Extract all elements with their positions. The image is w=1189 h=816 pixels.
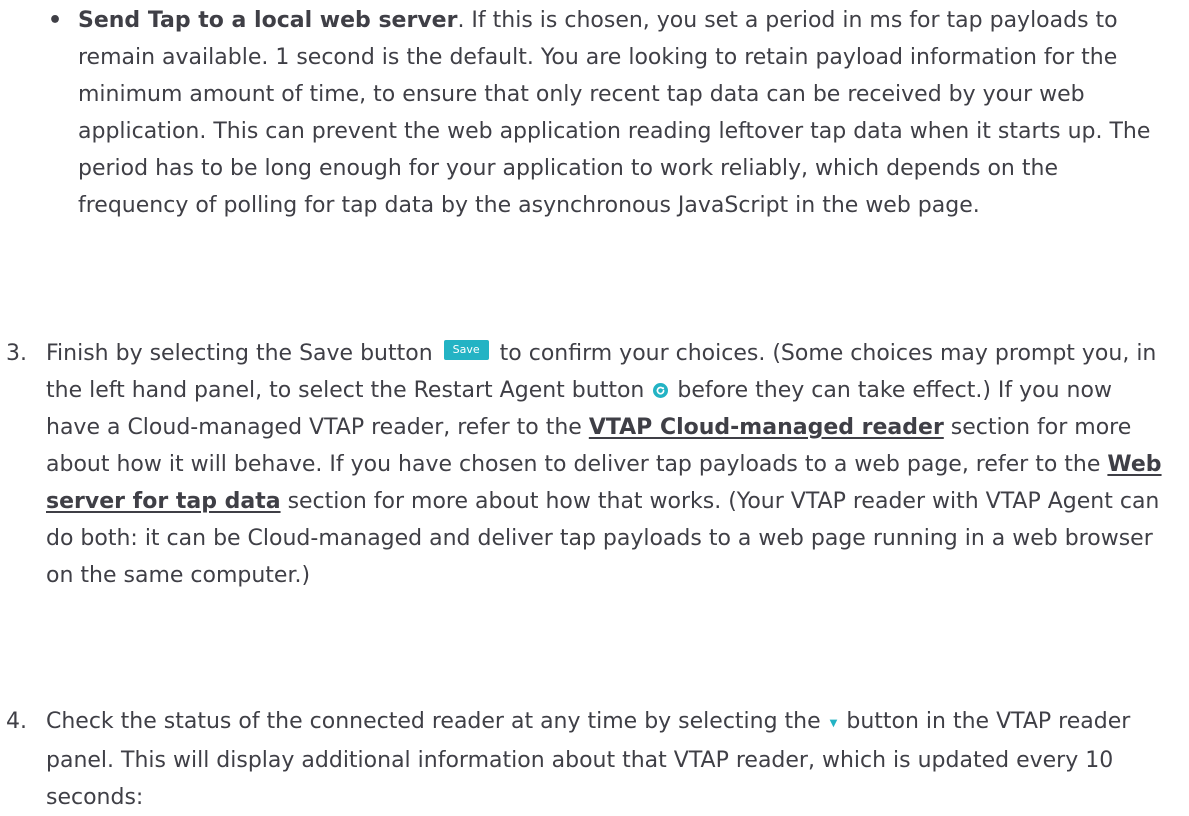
bullet-title: Send Tap to a local web server <box>78 8 458 33</box>
step-3-text-1: Finish by selecting the Save button <box>46 341 433 366</box>
step-4: 4. Check the status of the connected rea… <box>6 703 1166 816</box>
step-3-number: 3. <box>6 341 27 366</box>
restart-agent-icon[interactable] <box>653 383 669 398</box>
bullet-text: . If this is chosen, you set a period in… <box>78 8 1151 218</box>
step-3: 3. Finish by selecting the Save button S… <box>6 335 1166 594</box>
bullet-marker: • <box>48 8 63 33</box>
bullet-item-send-tap: • Send Tap to a local web server. If thi… <box>48 2 1158 224</box>
step-4-number: 4. <box>6 709 27 734</box>
document-body: • Send Tap to a local web server. If thi… <box>0 0 1189 810</box>
caret-down-icon[interactable]: ▼ <box>830 705 838 742</box>
save-button[interactable]: Save <box>443 340 489 360</box>
step-4-text-1: Check the status of the connected reader… <box>46 709 821 734</box>
link-vtap-cloud-managed-reader[interactable]: VTAP Cloud-managed reader <box>589 415 944 440</box>
